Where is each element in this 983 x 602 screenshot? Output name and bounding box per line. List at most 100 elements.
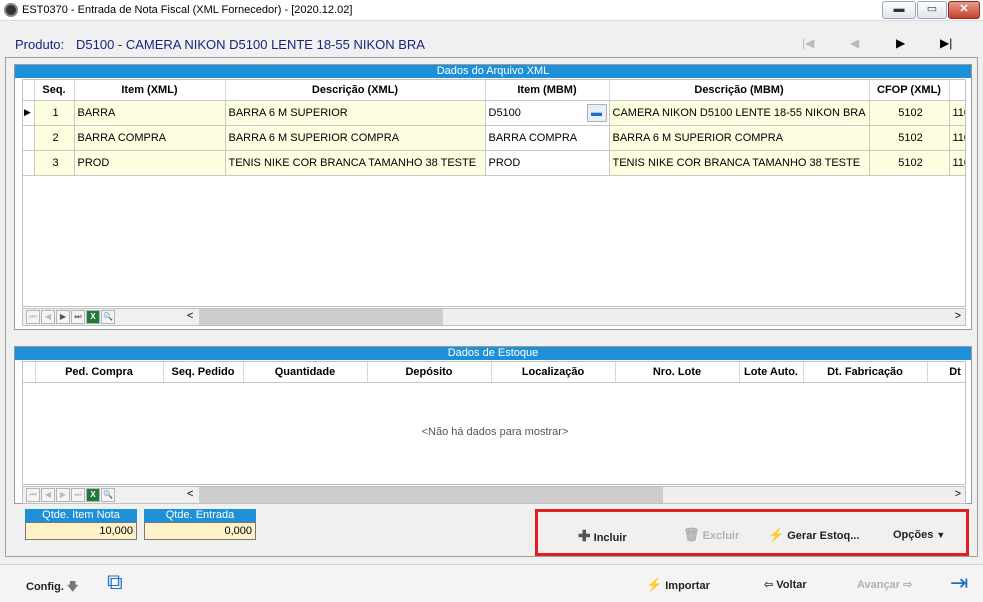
qtde-entrada-group: Qtde. Entrada 0,000 [144,509,256,540]
arrow-down-icon: 🡇 [66,581,79,593]
title-bar: EST0370 - Entrada de Nota Fiscal (XML Fo… [0,0,983,21]
item-mbm-cell[interactable]: PROD [485,150,610,176]
column-header[interactable]: Descrição (MBM) [609,80,870,101]
seq-cell[interactable]: 3 [34,150,75,176]
item-mbm-value[interactable]: D5100 [489,107,521,119]
stock-horizontal-scrollbar[interactable]: < > [183,487,965,503]
transfer-icon[interactable]: ⧉ [107,569,123,595]
cfop-cell[interactable]: 5102 [869,150,950,176]
importar-button[interactable]: ⚡ Importar [646,577,710,593]
extra-cell[interactable]: 110 [949,150,965,176]
stock-grid: Ped. Compra Seq. Pedido Quantidade Depós… [23,362,965,383]
desc-mbm-cell[interactable]: TENIS NIKE COR BRANCA TAMANHO 38 TESTE [609,150,870,176]
xml-grid-footer: ⏮ ◀ ▶ ⏭ X 🔍 < > [22,308,966,326]
column-header[interactable]: CFOP (XML) [869,80,950,101]
item-xml-cell[interactable]: PROD [74,150,226,176]
scroll-right-icon[interactable]: > [955,488,961,500]
scroll-thumb[interactable] [199,487,663,503]
column-header[interactable]: Descrição (XML) [225,80,486,101]
avancar-label: Avançar [857,579,901,591]
scroll-thumb[interactable] [199,309,443,325]
column-header[interactable]: Seq. Pedido [163,362,244,383]
nav-first-icon[interactable]: ⏮ [26,310,40,324]
column-header[interactable]: Quantidade [243,362,368,383]
close-button[interactable]: ✕ [948,1,980,19]
column-header[interactable]: Dt [927,362,965,383]
minimize-button[interactable]: ▬ [882,1,916,19]
column-header[interactable]: Depósito [367,362,492,383]
excluir-button[interactable]: 🗑 Excluir [683,527,739,543]
search-icon[interactable]: 🔍 [101,488,115,502]
table-row[interactable]: 3 PROD TENIS NIKE COR BRANCA TAMANHO 38 … [23,150,965,176]
scroll-left-icon[interactable]: < [187,488,193,500]
xml-panel: Dados do Arquivo XML Seq. Item (XML) Des… [14,64,972,330]
current-row-indicator-icon: ▶ [23,100,35,126]
column-header[interactable]: Nro. Lote [615,362,740,383]
desc-mbm-cell[interactable]: BARRA 6 M SUPERIOR COMPRA [609,125,870,151]
desc-xml-cell[interactable]: TENIS NIKE COR BRANCA TAMANHO 38 TESTE [225,150,486,176]
item-xml-cell[interactable]: BARRA COMPRA [74,125,226,151]
last-record-icon[interactable]: ▶| [940,36,952,50]
voltar-button[interactable]: ⇦ Voltar [764,578,807,591]
column-header[interactable]: Seq. [34,80,75,101]
gerar-estoque-label: Gerar Estoq... [787,530,860,542]
xml-grid-area: Seq. Item (XML) Descrição (XML) Item (MB… [22,79,966,307]
item-mbm-cell[interactable]: BARRA COMPRA [485,125,610,151]
qtde-entrada-field[interactable]: 0,000 [144,522,256,540]
scroll-right-icon[interactable]: > [955,310,961,322]
maximize-button[interactable]: ▭ [917,1,947,19]
previous-record-icon[interactable]: ◀ [850,36,859,50]
avancar-button[interactable]: Avançar ⇨ [857,578,912,591]
stock-grid-footer: ⏮ ◀ ▶ ⏭ X 🔍 < > [22,486,966,504]
incluir-button[interactable]: ✚ Incluir [578,527,627,545]
column-header[interactable]: Item (XML) [74,80,226,101]
seq-cell[interactable]: 1 [34,100,75,126]
desc-xml-cell[interactable]: BARRA 6 M SUPERIOR COMPRA [225,125,486,151]
stock-record-navigator: ⏮ ◀ ▶ ⏭ X 🔍 [26,488,115,502]
cfop-cell[interactable]: 5102 [869,125,950,151]
folder-lookup-icon[interactable]: ▬ [586,103,607,122]
cfop-cell[interactable]: 5102 [869,100,950,126]
extra-cell[interactable]: 110 [949,100,965,126]
nav-next-icon[interactable]: ▶ [56,488,70,502]
nav-next-icon[interactable]: ▶ [56,310,70,324]
nav-last-icon[interactable]: ⏭ [71,488,85,502]
column-header[interactable]: Item (MBM) [485,80,610,101]
next-record-icon[interactable]: ▶ [896,36,905,50]
xml-horizontal-scrollbar[interactable]: < > [183,309,965,325]
desc-xml-cell[interactable]: BARRA 6 M SUPERIOR [225,100,486,126]
product-value: D5100 - CAMERA NIKON D5100 LENTE 18-55 N… [76,37,425,52]
excel-export-icon[interactable]: X [86,310,100,324]
item-mbm-cell[interactable]: D5100 ▬ [485,100,610,126]
nav-prev-icon[interactable]: ◀ [41,310,55,324]
column-header[interactable]: Lote Auto. [739,362,804,383]
nav-prev-icon[interactable]: ◀ [41,488,55,502]
table-row[interactable]: ▶ 1 BARRA BARRA 6 M SUPERIOR D5100 ▬ CAM… [23,100,965,126]
column-header[interactable]: Localização [491,362,616,383]
nav-first-icon[interactable]: ⏮ [26,488,40,502]
table-row[interactable]: 2 BARRA COMPRA BARRA 6 M SUPERIOR COMPRA… [23,125,965,151]
excel-export-icon[interactable]: X [86,488,100,502]
importar-label: Importar [665,580,710,592]
column-header[interactable]: Dt. Fabricação [803,362,928,383]
first-record-icon[interactable]: |◀ [802,36,814,50]
incluir-label: Incluir [593,532,627,544]
exit-icon[interactable]: ⇥ [950,570,968,596]
search-icon[interactable]: 🔍 [101,310,115,324]
gerar-estoque-button[interactable]: ⚡ Gerar Estoq... [768,527,859,543]
voltar-label: Voltar [776,579,807,591]
nav-last-icon[interactable]: ⏭ [71,310,85,324]
scroll-left-icon[interactable]: < [187,310,193,322]
column-header[interactable] [949,80,965,101]
extra-cell[interactable]: 110 [949,125,965,151]
config-button[interactable]: Config. 🡇 [26,578,78,597]
item-xml-cell[interactable]: BARRA [74,100,226,126]
row-indicator-header [23,362,36,383]
opcoes-button[interactable]: Opções ▼ [893,529,945,541]
seq-cell[interactable]: 2 [34,125,75,151]
stock-grid-area: Ped. Compra Seq. Pedido Quantidade Depós… [22,361,966,485]
window-title: EST0370 - Entrada de Nota Fiscal (XML Fo… [22,4,353,16]
column-header[interactable]: Ped. Compra [35,362,164,383]
desc-mbm-cell[interactable]: CAMERA NIKON D5100 LENTE 18-55 NIKON BRA [609,100,870,126]
qtde-item-nota-field[interactable]: 10,000 [25,522,137,540]
